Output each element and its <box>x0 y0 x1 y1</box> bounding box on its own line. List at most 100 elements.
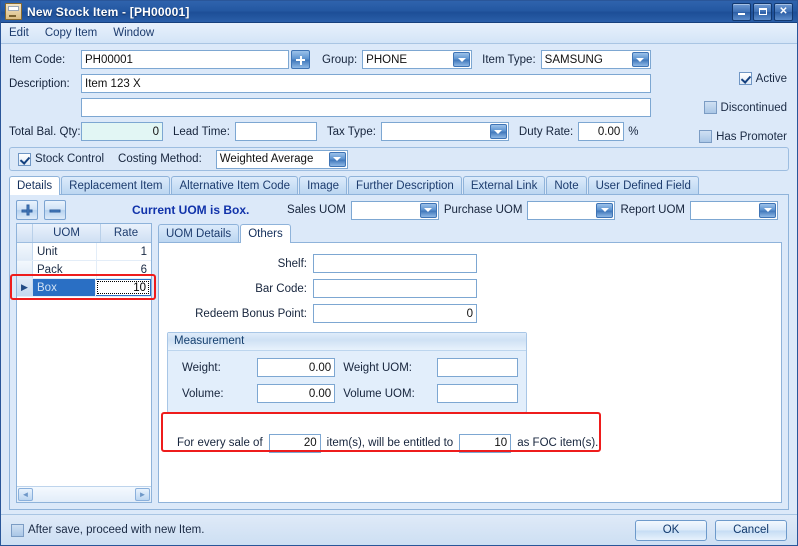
checkbox-icon <box>11 523 24 537</box>
discontinued-checkbox[interactable]: Discontinued <box>672 101 787 114</box>
total-bal-qty-label: Total Bal. Qty: <box>9 125 81 138</box>
maximize-button[interactable] <box>753 2 772 21</box>
redeem-bonus-point-label: Redeem Bonus Point: <box>195 307 307 320</box>
foc-middle-label: item(s), will be entitled to <box>326 437 454 449</box>
duty-rate-input[interactable]: 0.00 <box>578 122 625 141</box>
tab-others[interactable]: Others <box>240 224 291 243</box>
report-uom-select[interactable] <box>690 200 778 220</box>
chevron-down-icon <box>328 151 346 167</box>
tab-note[interactable]: Note <box>546 176 587 194</box>
bar-code-input[interactable] <box>313 279 477 298</box>
tab-image[interactable]: Image <box>299 176 348 194</box>
menu-item-edit[interactable]: Edit <box>9 27 29 39</box>
foc-quantity-input[interactable]: 20 <box>268 433 321 453</box>
window-title: New Stock Item - [PH00001] <box>27 4 190 19</box>
add-icon[interactable] <box>291 50 310 69</box>
foc-suffix-label: as FOC item(s). <box>517 437 599 449</box>
scroll-left-icon[interactable]: ◄ <box>18 488 33 501</box>
cell-uom: Box <box>33 279 96 296</box>
tab-alternative-item-code[interactable]: Alternative Item Code <box>171 176 299 194</box>
active-checkbox[interactable]: Active <box>672 72 787 85</box>
weight-input[interactable]: 0.00 <box>256 358 336 377</box>
ok-button[interactable]: OK <box>635 519 707 541</box>
cell-rate: 6 <box>140 263 147 276</box>
cell-rate: 1 <box>140 245 147 258</box>
group-select[interactable]: PHONE <box>362 50 473 69</box>
group-label: Group: <box>322 53 358 66</box>
details-tab-panel: Current UOM is Box. Sales UOM Purchase U… <box>9 195 789 510</box>
minus-icon[interactable] <box>44 200 66 220</box>
volume-uom-input[interactable] <box>437 384 518 403</box>
item-type-select[interactable]: SAMSUNG <box>540 50 651 69</box>
cell-uom: Unit <box>33 243 97 260</box>
redeem-bonus-point-input[interactable]: 0 <box>313 304 477 323</box>
plus-icon[interactable] <box>16 200 38 220</box>
stock-control-label: Stock Control <box>35 153 105 165</box>
volume-label: Volume: <box>182 387 224 400</box>
costing-method-select[interactable]: Weighted Average <box>215 149 348 169</box>
tab-further-description[interactable]: Further Description <box>348 176 462 194</box>
cancel-button[interactable]: Cancel <box>715 519 787 541</box>
after-save-checkbox[interactable]: After save, proceed with new Item. <box>11 523 205 537</box>
uom-grid[interactable]: UOM Rate Unit 1 Pack 6 ▶ Box 10 ◄ ► <box>16 223 152 503</box>
has-promoter-checkbox[interactable]: Has Promoter <box>672 130 787 143</box>
table-row[interactable]: Unit 1 <box>17 243 151 261</box>
costing-method-value: Weighted Average <box>219 153 314 165</box>
table-row-selected[interactable]: ▶ Box 10 <box>17 279 151 297</box>
chevron-down-icon <box>631 52 649 67</box>
volume-input[interactable]: 0.00 <box>256 384 336 403</box>
chevron-down-icon <box>453 52 471 67</box>
menu-bar: Edit Copy Item Window <box>1 23 797 44</box>
group-value: PHONE <box>366 53 408 66</box>
shelf-input[interactable] <box>313 254 477 273</box>
close-button[interactable]: ✕ <box>774 2 793 21</box>
weight-uom-input[interactable] <box>437 358 518 377</box>
stock-control-checkbox[interactable]: Stock Control <box>18 152 105 166</box>
window-controls: ✕ <box>732 2 795 21</box>
description-input-2[interactable] <box>81 98 651 117</box>
uom-grid-header: UOM Rate <box>17 224 151 243</box>
foc-prefix-label: For every sale of <box>177 437 263 449</box>
uom-detail-panel: UOM Details Others Shelf: Bar Code: Rede… <box>158 223 782 503</box>
tab-details[interactable]: Details <box>9 176 61 195</box>
measurement-group-title: Measurement <box>168 333 526 351</box>
sales-uom-select[interactable] <box>350 200 439 220</box>
tab-user-defined-field[interactable]: User Defined Field <box>587 176 699 194</box>
close-icon: ✕ <box>779 5 788 17</box>
uom-selectors: Sales UOM Purchase UOM Report UOM <box>287 200 782 220</box>
scroll-right-icon[interactable]: ► <box>135 488 150 501</box>
tax-type-select[interactable] <box>380 122 509 141</box>
tab-uom-details[interactable]: UOM Details <box>158 224 240 242</box>
bar-code-row: Bar Code: <box>167 278 773 299</box>
lead-time-input[interactable] <box>234 122 317 141</box>
after-save-label: After save, proceed with new Item. <box>28 524 205 536</box>
purchase-uom-select[interactable] <box>527 200 616 220</box>
item-type-label: Item Type: <box>482 53 536 66</box>
column-header-rate[interactable]: Rate <box>101 224 151 242</box>
foc-free-quantity-input[interactable]: 10 <box>459 433 512 453</box>
grid-empty-area <box>17 297 151 486</box>
details-content: UOM Rate Unit 1 Pack 6 ▶ Box 10 ◄ ► UOM … <box>10 223 788 509</box>
checkbox-icon <box>738 72 752 85</box>
stock-item-icon <box>5 3 22 20</box>
discontinued-label: Discontinued <box>720 101 787 114</box>
description-label: Description: <box>9 77 70 90</box>
item-code-label: Item Code: <box>9 53 66 66</box>
menu-item-copy-item[interactable]: Copy Item <box>45 27 97 39</box>
item-code-input[interactable]: PH00001 <box>81 50 289 69</box>
column-header-uom[interactable]: UOM <box>33 224 101 242</box>
menu-item-window[interactable]: Window <box>113 27 154 39</box>
minimize-button[interactable] <box>732 2 751 21</box>
volume-row: Volume: 0.00 Volume UOM: <box>176 383 518 404</box>
lead-time-label: Lead Time: <box>173 125 230 138</box>
tab-replacement-item[interactable]: Replacement Item <box>61 176 171 194</box>
title-bar: New Stock Item - [PH00001] ✕ <box>1 1 797 23</box>
item-header-form: Item Code: PH00001 Group: PHONE Item Typ… <box>1 44 797 145</box>
row-indicator-icon: ▶ <box>17 279 33 296</box>
cell-rate-editing[interactable]: 10 <box>96 280 150 295</box>
tab-external-link[interactable]: External Link <box>462 176 546 194</box>
costing-method-label: Costing Method: <box>118 153 202 165</box>
grid-horizontal-scrollbar[interactable]: ◄ ► <box>17 486 151 502</box>
description-input-1[interactable]: Item 123 X <box>81 74 651 93</box>
table-row[interactable]: Pack 6 <box>17 261 151 279</box>
